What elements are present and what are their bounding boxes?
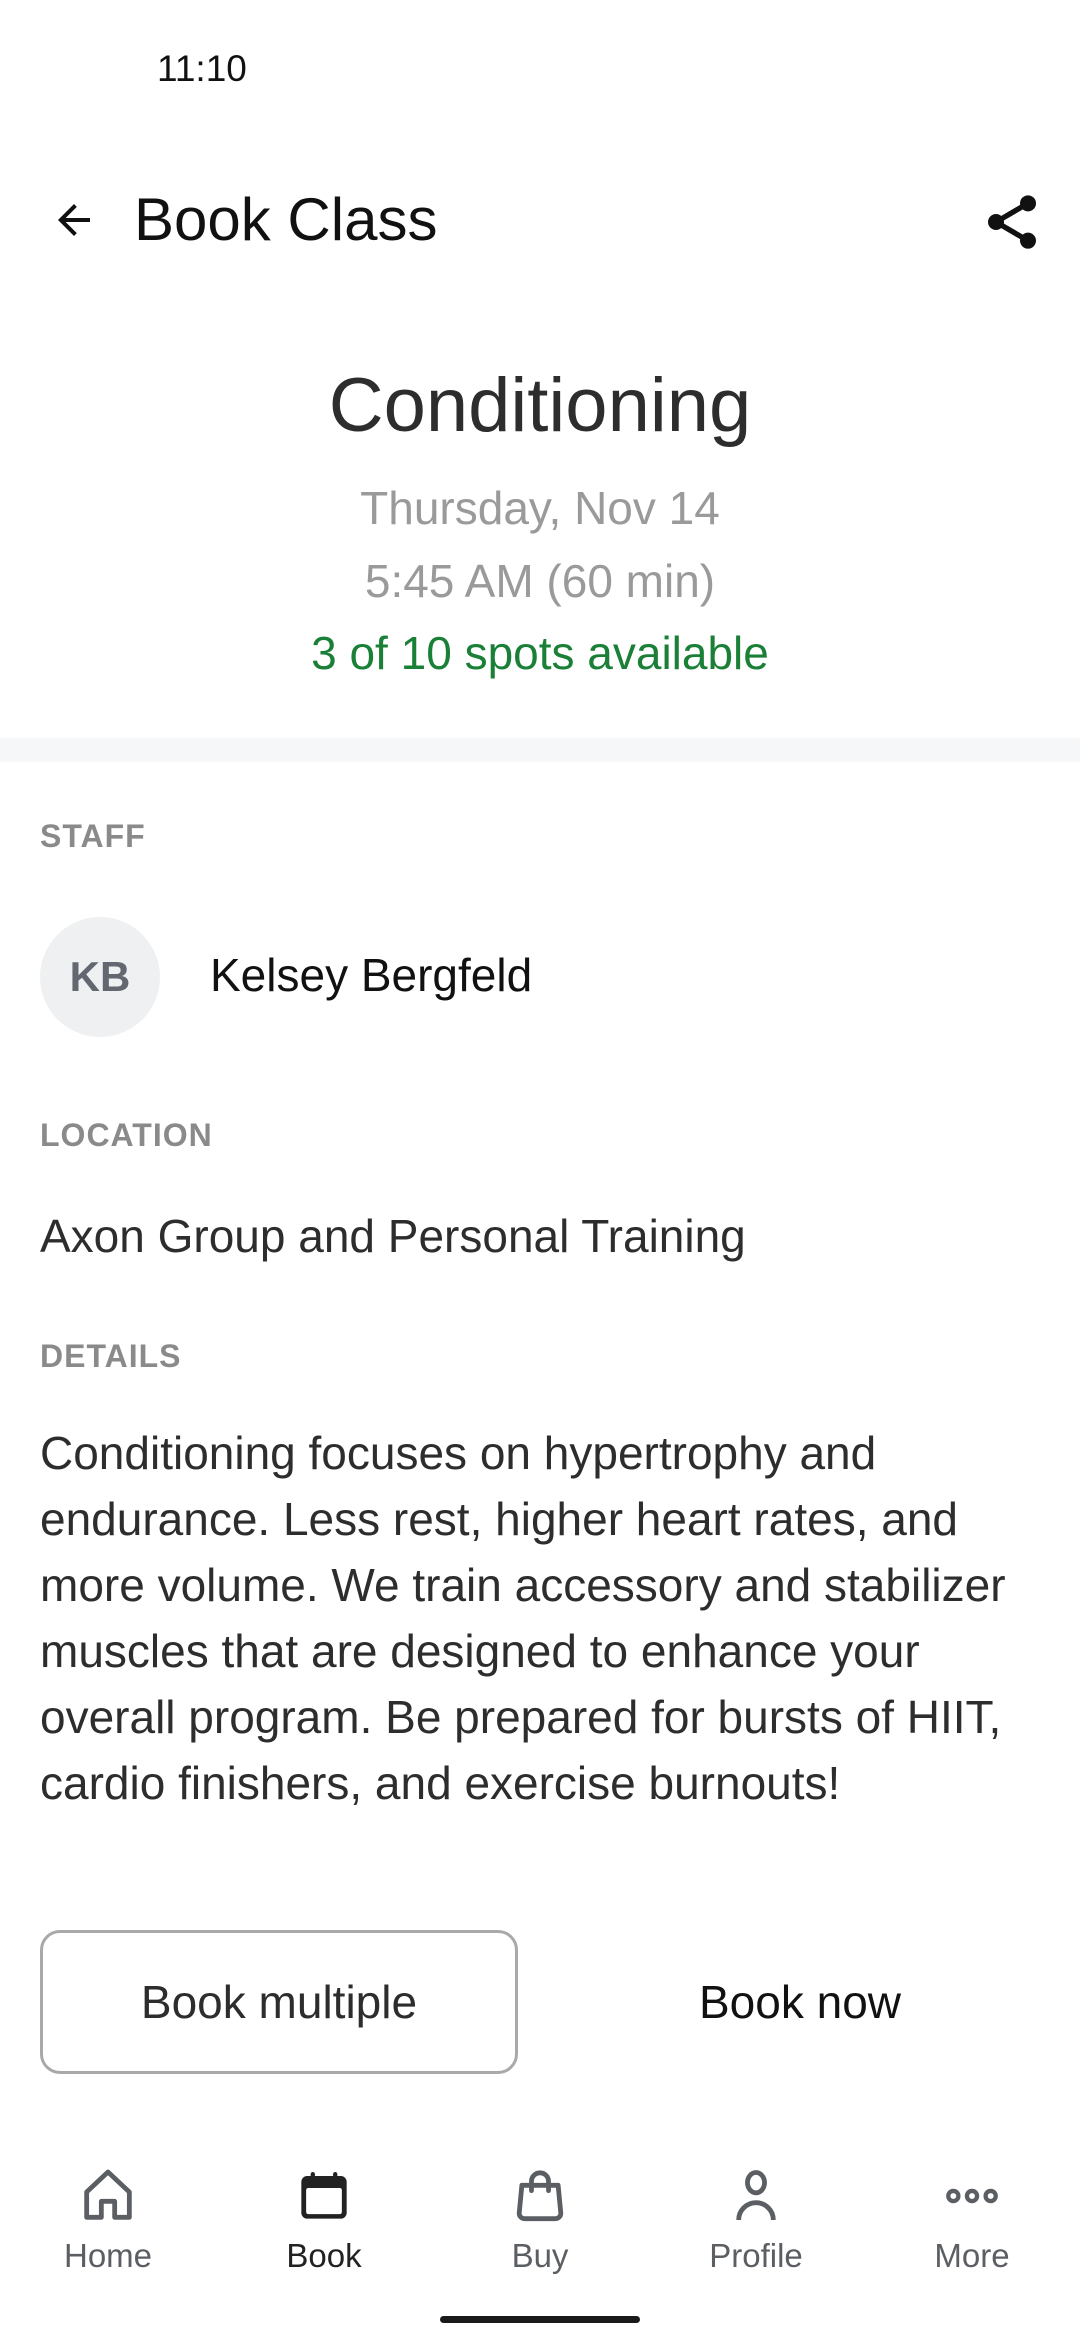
staff-avatar[interactable]: KB <box>40 917 160 1037</box>
nav-label-book: Book <box>286 2237 362 2274</box>
book-now-label: Book now <box>698 1976 901 2028</box>
share-button[interactable] <box>970 180 1054 264</box>
spots-available: 3 of 10 spots available <box>311 627 769 679</box>
nav-item-book[interactable]: Book <box>216 2150 432 2290</box>
nav-label-more: More <box>934 2237 1010 2274</box>
nav-item-home[interactable]: Home <box>0 2150 216 2290</box>
arrow-left-icon <box>58 204 90 236</box>
home-indicator[interactable] <box>440 2316 640 2323</box>
location-name: Axon Group and Personal Training <box>40 1210 746 1262</box>
nav-item-buy[interactable]: Buy <box>432 2150 648 2290</box>
staff-name[interactable]: Kelsey Bergfeld <box>210 947 532 1003</box>
more-horizontal-icon <box>946 2188 998 2204</box>
calendar-icon <box>301 2172 347 2219</box>
details-text: Conditioning focuses on hypertrophy and … <box>40 1427 1006 1809</box>
book-multiple-button[interactable]: Book multiple <box>40 1930 518 2074</box>
shopping-bag-icon <box>516 2170 564 2222</box>
class-time: 5:45 AM (60 min) <box>364 555 716 607</box>
back-button[interactable] <box>36 180 112 260</box>
class-date: Thursday, Nov 14 <box>360 482 720 534</box>
book-multiple-label: Book multiple <box>140 1976 418 2028</box>
nav-item-profile[interactable]: Profile <box>648 2150 864 2290</box>
book-now-button[interactable]: Book now <box>560 1930 1040 2074</box>
home-icon <box>84 2169 132 2220</box>
class-title: Conditioning <box>328 363 752 448</box>
avatar-initials: KB <box>69 953 131 1000</box>
section-divider <box>0 738 1080 762</box>
nav-item-more[interactable]: More <box>864 2150 1080 2290</box>
location-section-label: LOCATION <box>40 1117 213 1153</box>
status-bar-time: 11:10 <box>157 48 247 89</box>
staff-section-label: STAFF <box>40 818 146 854</box>
details-section-label: DETAILS <box>40 1338 182 1374</box>
share-icon <box>988 195 1036 249</box>
nav-label-buy: Buy <box>511 2237 569 2274</box>
person-icon <box>736 2170 776 2221</box>
details-scroll-area[interactable]: Conditioning focuses on hypertrophy and … <box>40 1420 1040 1860</box>
nav-label-profile: Profile <box>709 2237 803 2274</box>
page-title: Book Class <box>134 186 438 253</box>
bottom-nav: Home Book Buy Profile More <box>0 2150 1080 2290</box>
nav-label-home: Home <box>63 2237 153 2274</box>
